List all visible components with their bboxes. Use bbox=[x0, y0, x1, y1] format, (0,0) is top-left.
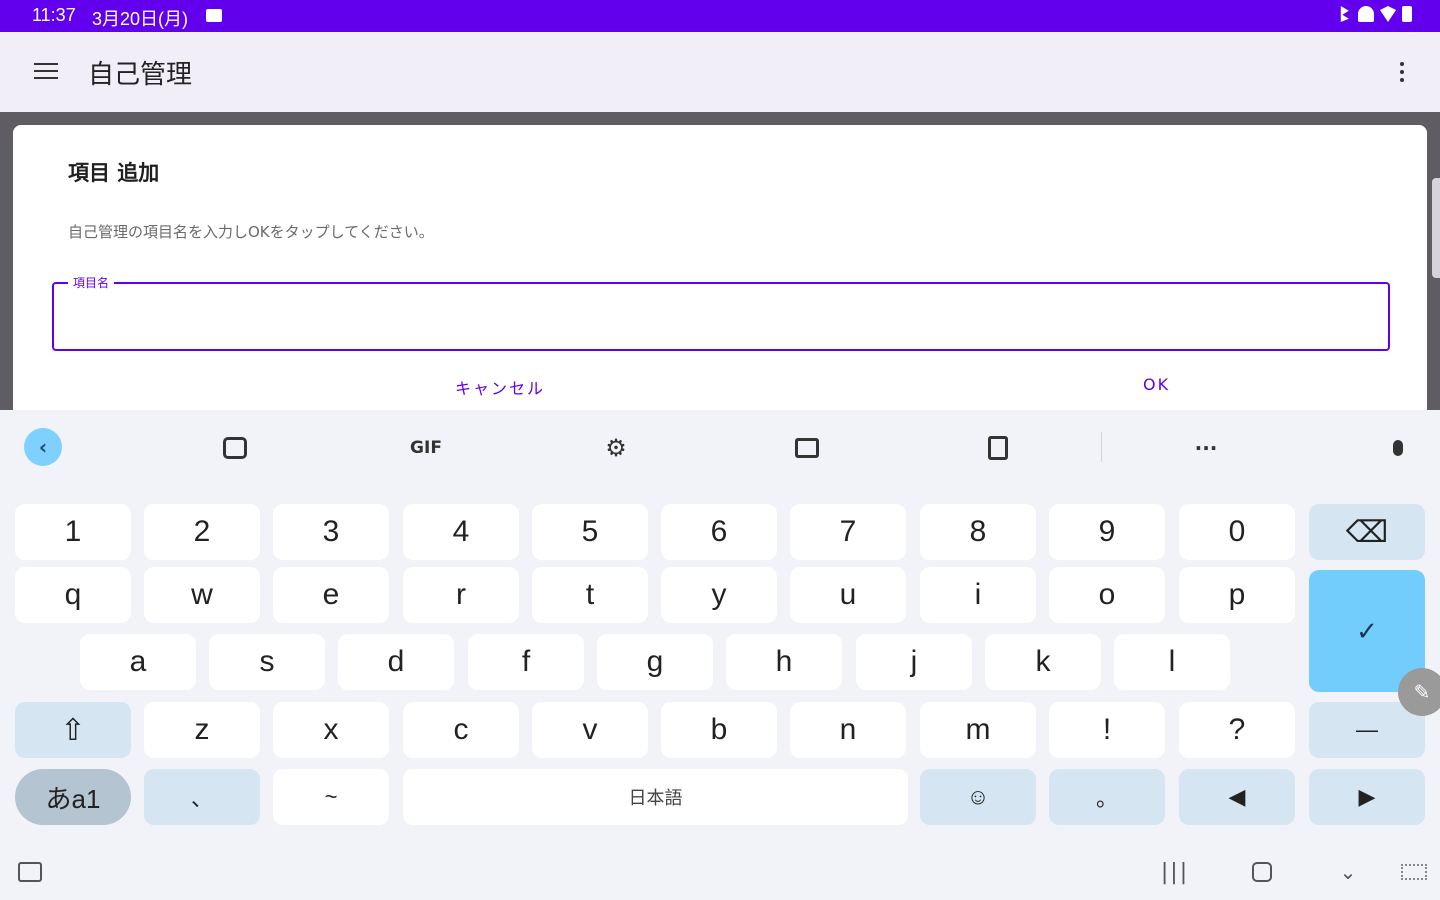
app-title: 自己管理 bbox=[88, 60, 193, 90]
emoji-key[interactable]: ☺ bbox=[920, 769, 1036, 825]
key-u[interactable]: u bbox=[790, 567, 906, 623]
status-time: 11:37 bbox=[32, 5, 76, 25]
more-options-icon[interactable]: ··· bbox=[1188, 430, 1224, 466]
bluetooth-icon bbox=[1339, 6, 1349, 22]
key-v[interactable]: v bbox=[532, 702, 648, 758]
hamburger-menu-icon[interactable] bbox=[34, 61, 58, 81]
key-1[interactable]: 1 bbox=[15, 504, 131, 560]
key-exclamation[interactable]: ! bbox=[1049, 702, 1165, 758]
more-vert-icon[interactable] bbox=[1396, 60, 1408, 84]
settings-gear-icon[interactable]: ⚙ bbox=[598, 430, 634, 466]
ok-button[interactable]: OK bbox=[1143, 375, 1170, 394]
key-z[interactable]: z bbox=[144, 702, 260, 758]
key-g[interactable]: g bbox=[597, 634, 713, 690]
cancel-button[interactable]: キャンセル bbox=[455, 375, 545, 399]
status-bar: 11:37 3月20日(月) bbox=[0, 0, 1440, 32]
key-6[interactable]: 6 bbox=[661, 504, 777, 560]
key-j[interactable]: j bbox=[856, 634, 972, 690]
key-7[interactable]: 7 bbox=[790, 504, 906, 560]
key-e[interactable]: e bbox=[273, 567, 389, 623]
key-p[interactable]: p bbox=[1179, 567, 1295, 623]
keyboard-switch-icon[interactable] bbox=[16, 858, 44, 886]
key-k[interactable]: k bbox=[985, 634, 1101, 690]
key-m[interactable]: m bbox=[920, 702, 1036, 758]
keyboard-icon[interactable] bbox=[1400, 858, 1428, 886]
keyboard-toolbar: ‹ GIF ⚙ ··· bbox=[0, 410, 1440, 482]
toolbar-divider bbox=[1101, 432, 1102, 462]
tilde-key[interactable]: ~ bbox=[273, 769, 389, 825]
key-l[interactable]: l bbox=[1114, 634, 1230, 690]
status-date: 3月20日(月) bbox=[92, 9, 189, 29]
home-icon[interactable] bbox=[1248, 858, 1276, 886]
mute-icon bbox=[1358, 6, 1374, 22]
key-a[interactable]: a bbox=[80, 634, 196, 690]
key-2[interactable]: 2 bbox=[144, 504, 260, 560]
cursor-left-key[interactable]: ◀ bbox=[1179, 769, 1295, 825]
cursor-right-key[interactable]: ▶ bbox=[1309, 769, 1425, 825]
key-d[interactable]: d bbox=[338, 634, 454, 690]
add-item-dialog: 項目 追加 自己管理の項目名を入力しOKをタップしてください。 項目名 キャンセ… bbox=[13, 125, 1427, 425]
key-4[interactable]: 4 bbox=[403, 504, 519, 560]
shift-key[interactable]: ⇧ bbox=[15, 702, 131, 758]
key-r[interactable]: r bbox=[403, 567, 519, 623]
notification-icon bbox=[206, 9, 222, 22]
keyboard-mode-icon[interactable] bbox=[789, 430, 825, 466]
soft-keyboard: ‹ GIF ⚙ ··· 1 2 3 4 5 6 7 8 9 0 ⌫ q w e … bbox=[0, 410, 1440, 844]
gif-button[interactable]: GIF bbox=[404, 430, 448, 466]
edit-handle-icon[interactable]: ✎ bbox=[1398, 668, 1440, 716]
recents-icon[interactable]: ||| bbox=[1161, 858, 1189, 886]
backspace-key[interactable]: ⌫ bbox=[1309, 504, 1425, 560]
key-c[interactable]: c bbox=[403, 702, 519, 758]
key-y[interactable]: y bbox=[661, 567, 777, 623]
microphone-icon[interactable] bbox=[1380, 430, 1416, 466]
key-3[interactable]: 3 bbox=[273, 504, 389, 560]
key-h[interactable]: h bbox=[726, 634, 842, 690]
key-f[interactable]: f bbox=[468, 634, 584, 690]
battery-icon bbox=[1402, 6, 1412, 22]
language-mode-key[interactable]: あa1 bbox=[15, 769, 131, 825]
item-name-label: 項目名 bbox=[68, 274, 115, 291]
key-8[interactable]: 8 bbox=[920, 504, 1036, 560]
key-b[interactable]: b bbox=[661, 702, 777, 758]
scroll-edge bbox=[1432, 178, 1440, 278]
key-q[interactable]: q bbox=[15, 567, 131, 623]
dialog-message: 自己管理の項目名を入力しOKをタップしてください。 bbox=[68, 223, 434, 241]
key-n[interactable]: n bbox=[790, 702, 906, 758]
key-t[interactable]: t bbox=[532, 567, 648, 623]
period-key[interactable]: 。 bbox=[1049, 769, 1165, 825]
hide-keyboard-icon[interactable]: ⌄ bbox=[1334, 858, 1362, 886]
navigation-bar: ||| ⌄ bbox=[0, 844, 1440, 900]
space-key[interactable]: 日本語 bbox=[403, 769, 908, 825]
key-x[interactable]: x bbox=[273, 702, 389, 758]
comma-key[interactable]: 、 bbox=[144, 769, 260, 825]
key-o[interactable]: o bbox=[1049, 567, 1165, 623]
clipboard-icon[interactable] bbox=[980, 430, 1016, 466]
status-icons bbox=[1336, 6, 1412, 22]
app-bar: 自己管理 bbox=[0, 32, 1440, 112]
key-9[interactable]: 9 bbox=[1049, 504, 1165, 560]
key-question[interactable]: ? bbox=[1179, 702, 1295, 758]
key-w[interactable]: w bbox=[144, 567, 260, 623]
collapse-toolbar-button[interactable]: ‹ bbox=[24, 428, 62, 466]
key-s[interactable]: s bbox=[209, 634, 325, 690]
key-5[interactable]: 5 bbox=[532, 504, 648, 560]
item-name-field[interactable]: 項目名 bbox=[52, 274, 1390, 351]
wifi-icon bbox=[1380, 6, 1396, 22]
key-i[interactable]: i bbox=[920, 567, 1036, 623]
sticker-icon[interactable] bbox=[217, 430, 253, 466]
dialog-title: 項目 追加 bbox=[68, 161, 160, 185]
key-0[interactable]: 0 bbox=[1179, 504, 1295, 560]
